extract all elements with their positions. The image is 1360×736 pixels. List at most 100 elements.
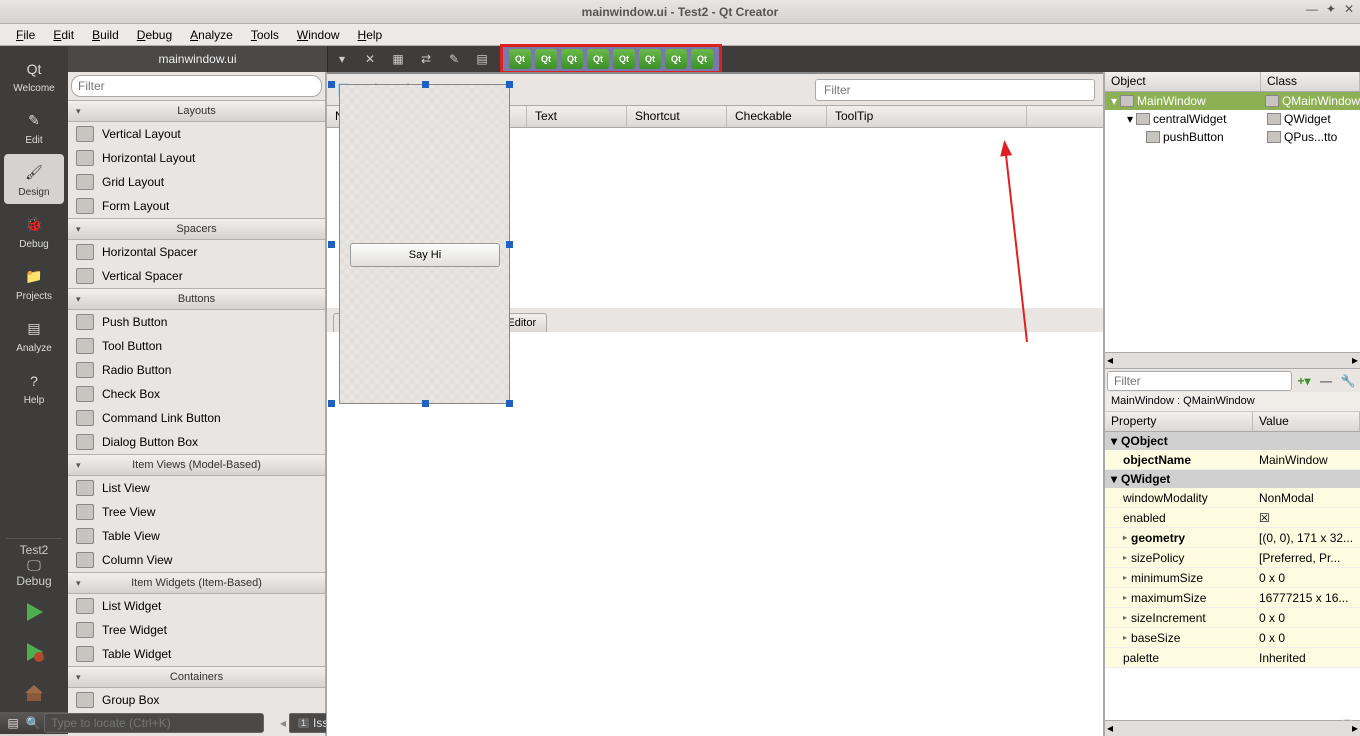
widget-item[interactable]: Grid Layout xyxy=(68,170,325,194)
inspector-column-header[interactable]: Class xyxy=(1261,72,1360,91)
property-row[interactable]: ▸ sizeIncrement0 x 0 xyxy=(1105,608,1360,628)
property-category[interactable]: ▾QWidget xyxy=(1105,470,1360,488)
close-button[interactable]: ✕ xyxy=(1344,2,1354,16)
mode-design[interactable]: 🖌Design xyxy=(4,154,64,204)
action-column-header[interactable]: Checkable xyxy=(727,106,827,127)
mode-debug[interactable]: 🐞Debug xyxy=(4,206,64,256)
property-column-header[interactable]: Value xyxy=(1253,412,1360,431)
widget-item[interactable]: Form Layout xyxy=(68,194,325,218)
inspector-column-header[interactable]: Object xyxy=(1105,72,1261,91)
widget-item[interactable]: Tree View xyxy=(68,500,325,524)
run-debug-button[interactable] xyxy=(14,634,54,670)
widget-category[interactable]: Containers xyxy=(68,666,325,688)
mode-edit[interactable]: ✎Edit xyxy=(4,102,64,152)
widget-item[interactable]: Tree Widget xyxy=(68,618,325,642)
locator-icon[interactable]: 🔍 xyxy=(24,715,42,731)
menu-build[interactable]: Build xyxy=(84,26,127,44)
widget-category[interactable]: Layouts xyxy=(68,100,325,122)
mode-analyze[interactable]: ▤Analyze xyxy=(4,310,64,360)
widget-item[interactable]: List Widget xyxy=(68,594,325,618)
mode-welcome[interactable]: QtWelcome xyxy=(4,50,64,100)
configure-icon[interactable]: 🔧 xyxy=(1338,372,1358,390)
menu-edit[interactable]: Edit xyxy=(45,26,82,44)
widget-item[interactable]: Table View xyxy=(68,524,325,548)
property-category[interactable]: ▾QObject xyxy=(1105,432,1360,450)
layout-grid-icon[interactable]: Qt xyxy=(613,49,635,69)
action-column-header[interactable]: ToolTip xyxy=(827,106,1027,127)
property-row[interactable]: enabled☒ xyxy=(1105,508,1360,528)
inspector-row[interactable]: pushButtonQPus...tto xyxy=(1105,128,1360,146)
widget-item[interactable]: Column View xyxy=(68,548,325,572)
edit-buddies-icon[interactable]: ✎ xyxy=(440,47,468,71)
widget-item[interactable]: List View xyxy=(68,476,325,500)
object-inspector[interactable]: ▾MainWindowQMainWindow▾centralWidgetQWid… xyxy=(1105,92,1360,352)
widget-item[interactable]: Horizontal Layout xyxy=(68,146,325,170)
minimize-button[interactable]: — xyxy=(1306,2,1318,16)
tab-close-icon[interactable]: ✕ xyxy=(356,47,384,71)
property-row[interactable]: paletteInherited xyxy=(1105,648,1360,668)
layout-form-icon[interactable]: Qt xyxy=(639,49,661,69)
mode-help[interactable]: ?Help xyxy=(4,362,64,412)
widget-category[interactable]: Buttons xyxy=(68,288,325,310)
menu-help[interactable]: Help xyxy=(350,26,391,44)
run-button[interactable] xyxy=(14,594,54,630)
adjust-size-icon[interactable]: Qt xyxy=(691,49,713,69)
close-pane-icon[interactable]: ▢ xyxy=(1338,715,1356,731)
property-row[interactable]: objectNameMainWindow xyxy=(1105,450,1360,470)
action-filter[interactable] xyxy=(815,79,1095,101)
widget-item[interactable]: Tool Button xyxy=(68,334,325,358)
break-layout-icon[interactable]: Qt xyxy=(665,49,687,69)
menu-tools[interactable]: Tools xyxy=(243,26,287,44)
toggle-sidebar-icon[interactable]: ▤ xyxy=(4,715,22,731)
widget-item[interactable]: Table Widget xyxy=(68,642,325,666)
mode-projects[interactable]: 📁Projects xyxy=(4,258,64,308)
say-hi-button[interactable]: Say Hi xyxy=(350,243,500,267)
main-window-form[interactable]: Say Hi xyxy=(339,84,510,404)
property-row[interactable]: ▸ geometry[(0, 0), 171 x 32... xyxy=(1105,528,1360,548)
action-column-header[interactable]: Text xyxy=(527,106,627,127)
kit-selector[interactable]: Test2 🖵 Debug xyxy=(6,538,62,592)
widget-item[interactable]: Vertical Spacer xyxy=(68,264,325,288)
property-row[interactable]: ▸ minimumSize0 x 0 xyxy=(1105,568,1360,588)
widget-item[interactable]: Push Button xyxy=(68,310,325,334)
inspector-scrollbar[interactable]: ◂▸ xyxy=(1105,352,1360,368)
action-column-header[interactable]: Shortcut xyxy=(627,106,727,127)
widgetbox-filter[interactable] xyxy=(71,75,322,97)
widget-item[interactable]: Dialog Button Box xyxy=(68,430,325,454)
property-filter[interactable] xyxy=(1107,371,1292,391)
build-button[interactable] xyxy=(14,674,54,710)
property-row[interactable]: ▸ baseSize0 x 0 xyxy=(1105,628,1360,648)
edit-tab-order-icon[interactable]: ▤ xyxy=(468,47,496,71)
widget-category[interactable]: Item Widgets (Item-Based) xyxy=(68,572,325,594)
property-row[interactable]: ▸ maximumSize16777215 x 16... xyxy=(1105,588,1360,608)
widget-item[interactable]: Vertical Layout xyxy=(68,122,325,146)
menu-file[interactable]: File xyxy=(8,26,43,44)
property-column-header[interactable]: Property xyxy=(1105,412,1253,431)
widget-item[interactable]: Check Box xyxy=(68,382,325,406)
tab-dropdown-icon[interactable]: ▾ xyxy=(328,47,356,71)
widget-category[interactable]: Spacers xyxy=(68,218,325,240)
inspector-row[interactable]: ▾MainWindowQMainWindow xyxy=(1105,92,1360,110)
property-row[interactable]: ▸ sizePolicy[Preferred, Pr... xyxy=(1105,548,1360,568)
widget-item[interactable]: Horizontal Spacer xyxy=(68,240,325,264)
layout-horiz-splitter-icon[interactable]: Qt xyxy=(561,49,583,69)
property-row[interactable]: windowModalityNonModal xyxy=(1105,488,1360,508)
inspector-row[interactable]: ▾centralWidgetQWidget xyxy=(1105,110,1360,128)
form-canvas[interactable]: Say Hi 📄 📋 📋 ✖ ▦▾ xyxy=(326,72,1104,736)
layout-vert-icon[interactable]: Qt xyxy=(535,49,557,69)
layout-horiz-icon[interactable]: Qt xyxy=(509,49,531,69)
menu-debug[interactable]: Debug xyxy=(129,26,180,44)
widget-item[interactable]: Radio Button xyxy=(68,358,325,382)
menu-analyze[interactable]: Analyze xyxy=(182,26,241,44)
widget-item[interactable]: Group Box xyxy=(68,688,325,712)
maximize-button[interactable]: ✦ xyxy=(1326,2,1336,16)
widget-category[interactable]: Item Views (Model-Based) xyxy=(68,454,325,476)
remove-property-icon[interactable]: — xyxy=(1316,372,1336,390)
menu-window[interactable]: Window xyxy=(289,26,348,44)
edit-widgets-icon[interactable]: ▦ xyxy=(384,47,412,71)
edit-signals-icon[interactable]: ⇄ xyxy=(412,47,440,71)
layout-vert-splitter-icon[interactable]: Qt xyxy=(587,49,609,69)
file-tab[interactable]: mainwindow.ui xyxy=(68,46,328,72)
locator-input[interactable] xyxy=(44,713,264,733)
property-editor[interactable]: ▾QObject objectNameMainWindow▾QWidget wi… xyxy=(1105,432,1360,720)
